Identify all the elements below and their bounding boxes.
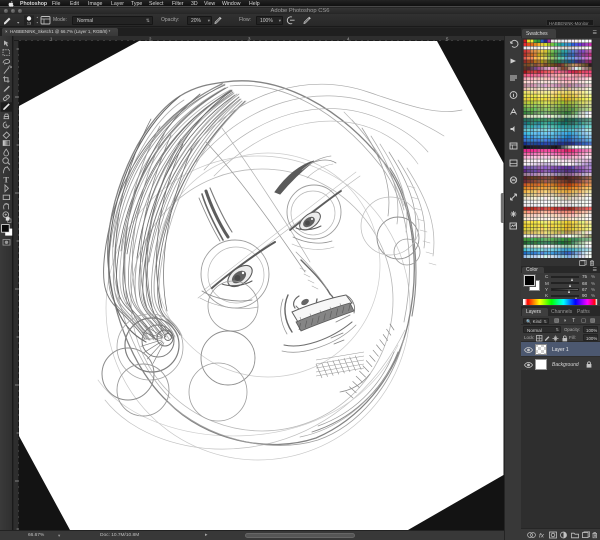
svg-text:13: 13	[27, 22, 31, 26]
svg-text:fx: fx	[539, 532, 545, 539]
svg-text:T: T	[3, 175, 9, 184]
